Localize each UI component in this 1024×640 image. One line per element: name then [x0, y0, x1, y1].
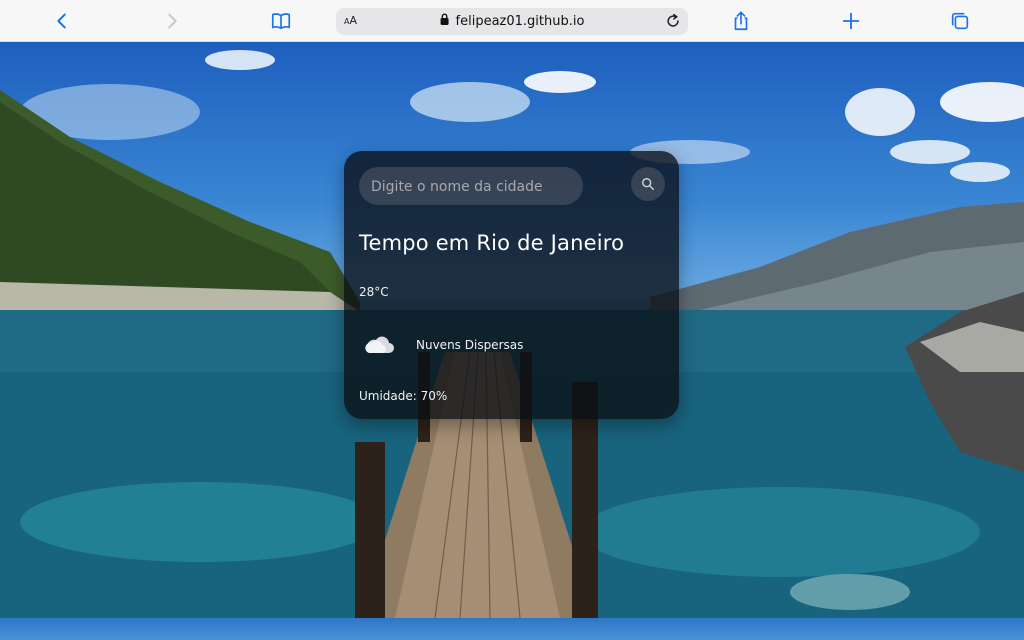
url-text: felipeaz01.github.io — [455, 13, 585, 29]
forward-button[interactable] — [154, 6, 190, 36]
city-title: Tempo em Rio de Janeiro — [359, 231, 625, 255]
address-bar[interactable]: AAAA felipeaz01.github.io — [336, 8, 688, 35]
share-icon — [734, 11, 748, 31]
tabs-overview-button[interactable] — [942, 6, 978, 36]
lock-icon — [440, 13, 450, 29]
text-size-button[interactable]: AAAA — [344, 14, 357, 27]
reload-icon[interactable] — [664, 12, 682, 30]
city-search-field[interactable] — [359, 167, 587, 207]
weather-card: Tempo em Rio de Janeiro 28°C Nuvens Disp… — [344, 151, 679, 419]
plus-icon — [842, 12, 860, 30]
city-search-input[interactable] — [369, 167, 587, 207]
bookmarks-button[interactable] — [263, 6, 299, 36]
share-button[interactable] — [723, 6, 759, 36]
url-display: felipeaz01.github.io — [440, 13, 585, 29]
back-button[interactable] — [44, 6, 80, 36]
chevron-left-icon — [57, 13, 66, 29]
cloud-icon — [365, 336, 394, 353]
new-tab-button[interactable] — [833, 6, 869, 36]
browser-toolbar: AAAA felipeaz01.github.io — [0, 0, 1024, 42]
weather-condition: Nuvens Dispersas — [416, 338, 524, 352]
temperature-value: 28°C — [359, 285, 389, 299]
bottom-strip — [0, 618, 1024, 640]
humidity-value: Umidade: 70% — [359, 389, 448, 403]
search-icon — [642, 178, 655, 191]
book-icon — [271, 13, 291, 30]
tabs-icon — [951, 12, 969, 30]
search-button[interactable] — [631, 167, 665, 201]
chevron-right-icon — [168, 13, 177, 29]
